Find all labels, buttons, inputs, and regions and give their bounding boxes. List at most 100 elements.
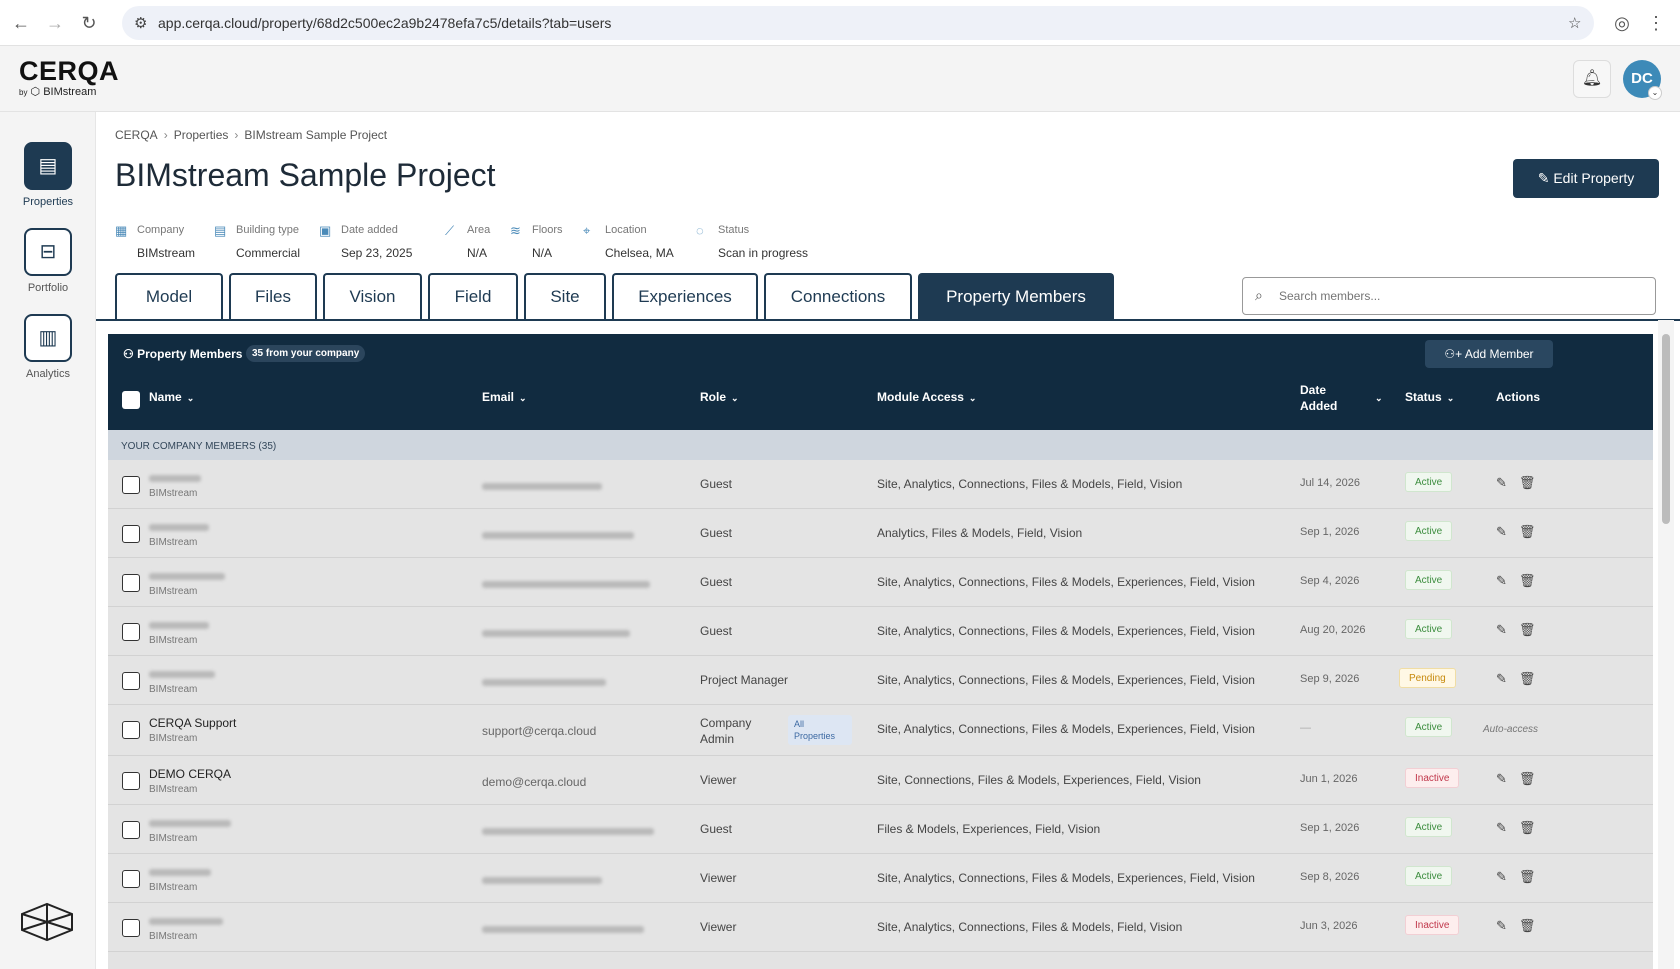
member-company: BIMstream xyxy=(149,784,198,795)
member-search[interactable]: ⌕ xyxy=(1242,277,1656,315)
panel-title-text: Property Members xyxy=(137,347,243,361)
column-role[interactable]: Role ⌄ xyxy=(700,390,739,404)
member-email xyxy=(482,824,654,838)
profile-icon[interactable]: ◎ xyxy=(1610,11,1634,35)
address-bar[interactable]: ⚙ app.cerqa.cloud/property/68d2c500ec2a9… xyxy=(122,6,1594,40)
trash-icon[interactable]: 🗑︎ xyxy=(1519,820,1536,835)
row-checkbox[interactable] xyxy=(122,623,140,641)
member-role: Viewer xyxy=(700,773,737,787)
bookmark-star-icon[interactable]: ☆ xyxy=(1568,14,1581,32)
sort-chevron-icon: ⌄ xyxy=(968,393,977,403)
meta-label: Status xyxy=(718,224,750,236)
tab-vision[interactable]: Vision xyxy=(323,273,422,319)
notification-bell-icon[interactable]: 🔔︎ xyxy=(1573,60,1611,98)
column-email[interactable]: Email ⌄ xyxy=(482,390,527,404)
trash-icon[interactable]: 🗑︎ xyxy=(1519,524,1536,539)
member-email: support@cerqa.cloud xyxy=(482,724,597,738)
row-checkbox[interactable] xyxy=(122,772,140,790)
member-email xyxy=(482,675,606,689)
table-row: CERQA Support BIMstream support@cerqa.clo… xyxy=(108,705,1653,756)
row-actions: ✎ 🗑︎ xyxy=(1496,524,1547,540)
trash-icon[interactable]: 🗑︎ xyxy=(1519,573,1536,588)
document-icon: ▤ xyxy=(214,223,227,238)
tab-experiences[interactable]: Experiences xyxy=(612,273,758,319)
redacted-name xyxy=(149,475,201,483)
reload-icon[interactable]: ↻ xyxy=(77,11,101,35)
edit-icon[interactable]: ✎ xyxy=(1496,918,1507,933)
tab-field[interactable]: Field xyxy=(428,273,518,319)
properties-icon: ▤ xyxy=(24,142,72,190)
sidebar-item-analytics[interactable]: ▥ Analytics xyxy=(0,314,96,380)
scrollbar[interactable] xyxy=(1658,320,1674,969)
tab-files[interactable]: Files xyxy=(229,273,317,319)
row-checkbox[interactable] xyxy=(122,821,140,839)
row-checkbox[interactable] xyxy=(122,574,140,592)
avatar-chevron-icon[interactable]: ⌄ xyxy=(1648,86,1662,100)
cerqa-logo[interactable]: CERQA by ⬡ BIMstream xyxy=(19,56,119,98)
edit-property-label: Edit Property xyxy=(1553,170,1635,186)
member-company: BIMstream xyxy=(149,635,198,646)
trash-icon[interactable]: 🗑︎ xyxy=(1519,869,1536,884)
edit-property-button[interactable]: ✎ Edit Property xyxy=(1513,159,1659,198)
trash-icon[interactable]: 🗑︎ xyxy=(1519,475,1536,490)
column-status[interactable]: Status ⌄ xyxy=(1405,390,1454,404)
trash-icon[interactable]: 🗑︎ xyxy=(1519,671,1536,686)
member-role: Guest xyxy=(700,526,733,540)
check-circle-icon: ◌ xyxy=(696,223,704,238)
row-checkbox[interactable] xyxy=(122,721,140,739)
edit-icon[interactable]: ✎ xyxy=(1496,771,1507,786)
trash-icon[interactable]: 🗑︎ xyxy=(1519,622,1536,637)
member-name-text: DEMO CERQA xyxy=(149,767,232,781)
redacted-name xyxy=(149,671,215,679)
member-name: BIMstream xyxy=(149,618,209,646)
column-module-access[interactable]: Module Access ⌄ xyxy=(877,390,976,404)
tab-model[interactable]: Model xyxy=(115,273,223,319)
column-name[interactable]: Name ⌄ xyxy=(149,390,194,404)
pencil-icon: ✎ xyxy=(1537,170,1550,186)
redacted-email xyxy=(482,877,602,885)
edit-icon[interactable]: ✎ xyxy=(1496,475,1507,490)
member-role: Project Manager xyxy=(700,673,789,687)
sidebar-item-portfolio[interactable]: ⊟ Portfolio xyxy=(0,228,96,294)
analytics-icon: ▥ xyxy=(24,314,72,362)
edit-icon[interactable]: ✎ xyxy=(1496,869,1507,884)
tab-property-members[interactable]: Property Members xyxy=(918,273,1114,319)
breadcrumb-properties[interactable]: Properties xyxy=(174,128,229,142)
add-member-button[interactable]: ⚇+ Add Member xyxy=(1425,340,1553,368)
edit-icon[interactable]: ✎ xyxy=(1496,671,1507,686)
column-name-label: Name xyxy=(149,390,182,404)
meta-value: Chelsea, MA xyxy=(605,246,674,260)
edit-icon[interactable]: ✎ xyxy=(1496,622,1507,637)
edit-icon[interactable]: ✎ xyxy=(1496,820,1507,835)
row-checkbox[interactable] xyxy=(122,476,140,494)
tab-connections[interactable]: Connections xyxy=(764,273,912,319)
column-actions: Actions xyxy=(1496,390,1541,404)
member-modules: Site, Analytics, Connections, Files & Mo… xyxy=(877,871,1255,885)
edit-icon[interactable]: ✎ xyxy=(1496,524,1507,539)
meta-value: N/A xyxy=(467,246,488,260)
row-checkbox[interactable] xyxy=(122,919,140,937)
trash-icon[interactable]: 🗑︎ xyxy=(1519,771,1536,786)
browser-menu-icon[interactable]: ⋮ xyxy=(1644,11,1668,35)
table-row: BIMstream Guest Site, Analytics, Connect… xyxy=(108,558,1653,607)
scrollbar-thumb[interactable] xyxy=(1662,334,1670,524)
breadcrumb-cerqa[interactable]: CERQA xyxy=(115,128,158,142)
row-checkbox[interactable] xyxy=(122,870,140,888)
member-modules: Site, Analytics, Connections, Files & Mo… xyxy=(877,722,1255,736)
sidebar-item-properties[interactable]: ▤ Properties xyxy=(0,142,96,208)
site-settings-icon[interactable]: ⚙ xyxy=(134,14,147,32)
column-date-added[interactable]: Date Added ⌄ xyxy=(1300,382,1383,414)
tab-site[interactable]: Site xyxy=(524,273,606,319)
trash-icon[interactable]: 🗑︎ xyxy=(1519,918,1536,933)
select-all-checkbox[interactable] xyxy=(122,391,140,409)
member-role: Viewer xyxy=(700,871,737,885)
layers-icon: ≋ xyxy=(510,223,521,238)
forward-icon[interactable]: → xyxy=(43,11,67,35)
edit-icon[interactable]: ✎ xyxy=(1496,573,1507,588)
row-checkbox[interactable] xyxy=(122,672,140,690)
meta-value: Commercial xyxy=(236,246,301,260)
back-icon[interactable]: ← xyxy=(9,11,33,35)
search-input[interactable] xyxy=(1279,284,1639,308)
meta-area: ⟋ Area N/A xyxy=(445,223,490,260)
row-checkbox[interactable] xyxy=(122,525,140,543)
